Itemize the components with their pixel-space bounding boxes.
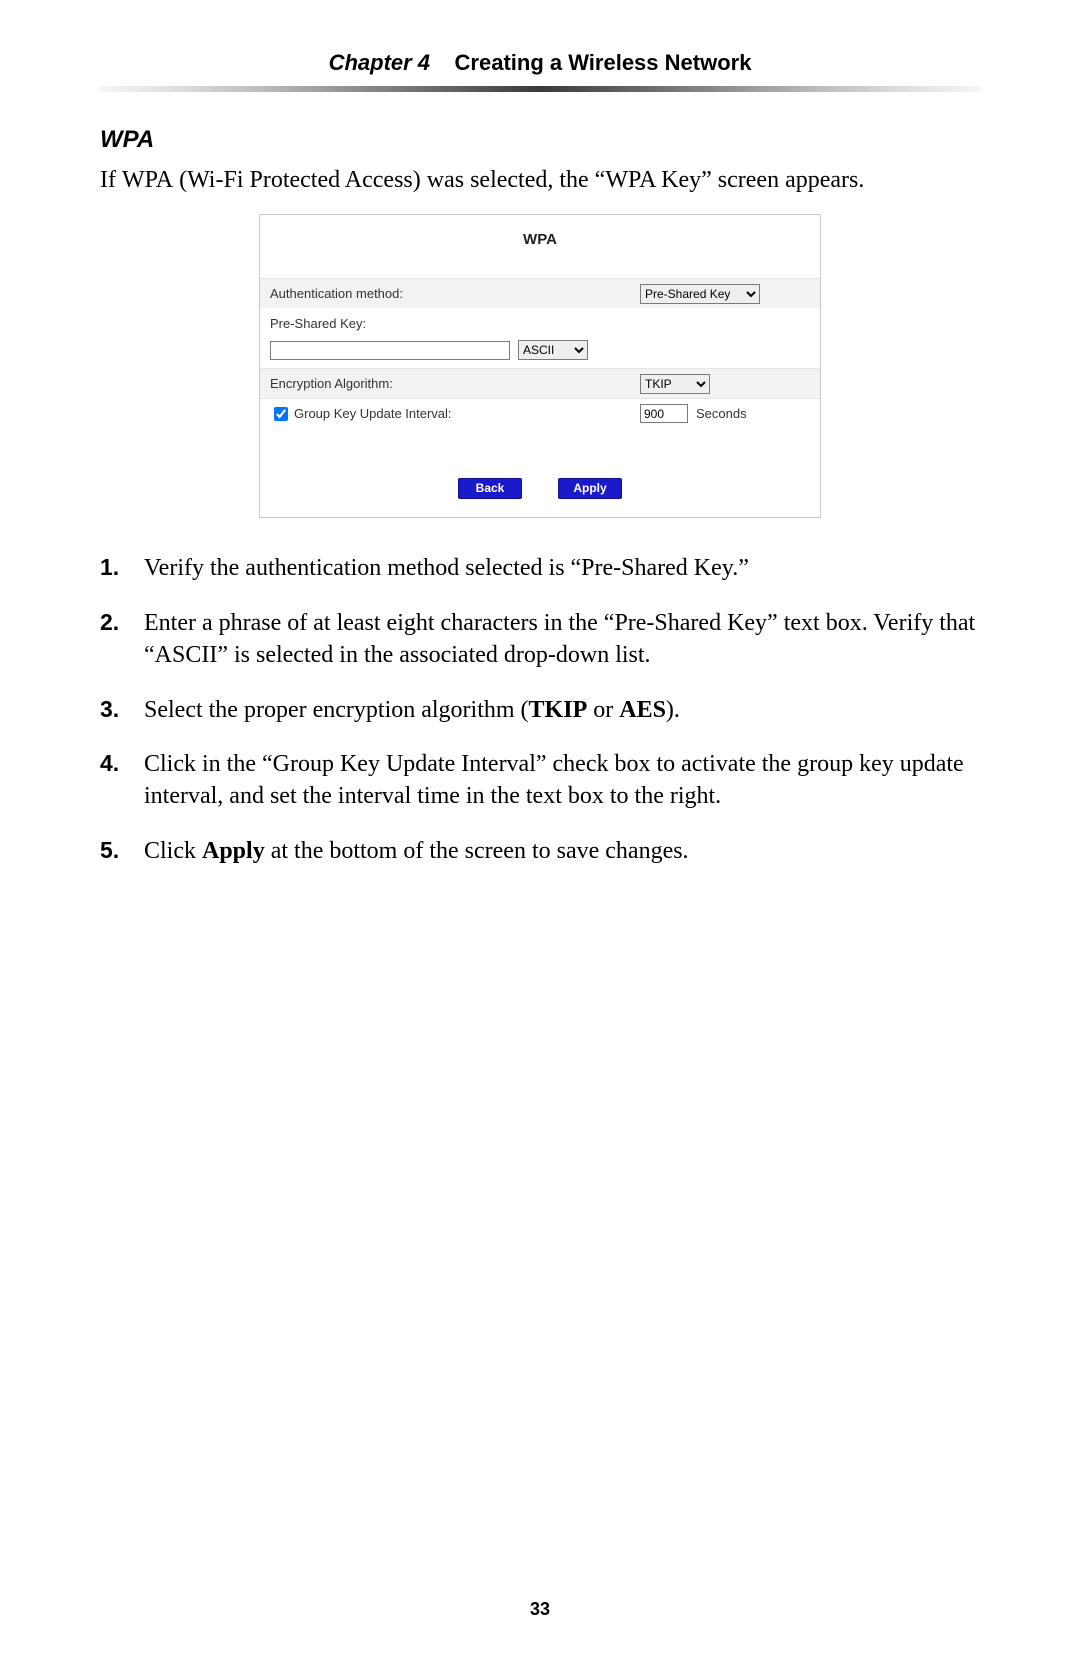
- step-4: 4. Click in the “Group Key Update Interv…: [140, 748, 980, 813]
- step-4-text: Click in the “Group Key Update Interval”…: [144, 751, 964, 809]
- step-1-number: 1.: [100, 552, 119, 583]
- psk-input-row: ASCII: [260, 338, 820, 368]
- wpa-panel-wrap: WPA Authentication method: Pre-Shared Ke…: [100, 214, 980, 518]
- wpa-panel: WPA Authentication method: Pre-Shared Ke…: [259, 214, 821, 518]
- step-2-text-b: ” is selected in the associated drop-dow…: [217, 642, 650, 668]
- step-3-number: 3.: [100, 694, 119, 725]
- apply-button[interactable]: Apply: [558, 478, 622, 499]
- psk-format-select[interactable]: ASCII: [518, 340, 588, 360]
- wpa-panel-title: WPA: [260, 215, 820, 278]
- step-3: 3. Select the proper encryption algorith…: [140, 694, 980, 726]
- step-3-or: or: [587, 697, 619, 723]
- auth-method-select[interactable]: Pre-Shared Key: [640, 284, 760, 304]
- step-4-number: 4.: [100, 748, 119, 779]
- step-3-text-a: Select the proper encryption algorithm (: [144, 697, 529, 723]
- step-5-apply: Apply: [202, 838, 265, 864]
- psk-input[interactable]: [270, 341, 510, 360]
- page: Chapter 4 Creating a Wireless Network WP…: [0, 0, 1080, 1668]
- running-head: Chapter 4 Creating a Wireless Network: [100, 50, 980, 76]
- step-2: 2. Enter a phrase of at least eight char…: [140, 607, 980, 672]
- auth-method-row: Authentication method: Pre-Shared Key: [260, 278, 820, 308]
- step-5-number: 5.: [100, 835, 119, 866]
- group-key-label: Group Key Update Interval:: [294, 406, 452, 421]
- back-button[interactable]: Back: [458, 478, 522, 499]
- step-5-text-a: Click: [144, 838, 202, 864]
- panel-buttons: Back Apply: [260, 428, 820, 517]
- encryption-row: Encryption Algorithm: TKIP: [260, 368, 820, 398]
- step-3-tkip: TKIP: [529, 697, 588, 723]
- intro-acronym: WPA: [122, 167, 173, 193]
- psk-label: Pre-Shared Key:: [270, 316, 640, 331]
- psk-label-row: Pre-Shared Key:: [260, 308, 820, 338]
- step-5-text-b: at the bottom of the screen to save chan…: [265, 838, 689, 864]
- step-2-ascii: ASCII: [155, 642, 218, 668]
- step-3-text-b: ).: [666, 697, 680, 723]
- chapter-title: Creating a Wireless Network: [455, 50, 752, 75]
- step-2-number: 2.: [100, 607, 119, 638]
- intro-text-pre: If: [100, 167, 122, 193]
- step-5: 5. Click Apply at the bottom of the scre…: [140, 835, 980, 867]
- group-key-interval-input[interactable]: [640, 404, 688, 423]
- group-key-checkbox[interactable]: [274, 407, 288, 421]
- encryption-label: Encryption Algorithm:: [270, 376, 640, 391]
- step-1-text: Verify the authentication method selecte…: [144, 555, 749, 581]
- group-key-unit: Seconds: [696, 406, 747, 421]
- group-key-row: Group Key Update Interval: Seconds: [260, 398, 820, 428]
- chapter-label: Chapter 4: [329, 50, 430, 75]
- page-number: 33: [0, 1599, 1080, 1620]
- section-title: WPA: [100, 126, 980, 154]
- auth-method-label: Authentication method:: [270, 286, 640, 301]
- encryption-select[interactable]: TKIP: [640, 374, 710, 394]
- step-1: 1. Verify the authentication method sele…: [140, 552, 980, 584]
- intro-paragraph: If WPA (Wi-Fi Protected Access) was sele…: [100, 164, 980, 196]
- header-rule: [100, 86, 980, 92]
- step-3-aes: AES: [619, 697, 666, 723]
- intro-text-post: (Wi-Fi Protected Access) was selected, t…: [173, 167, 864, 193]
- steps-list: 1. Verify the authentication method sele…: [100, 552, 980, 867]
